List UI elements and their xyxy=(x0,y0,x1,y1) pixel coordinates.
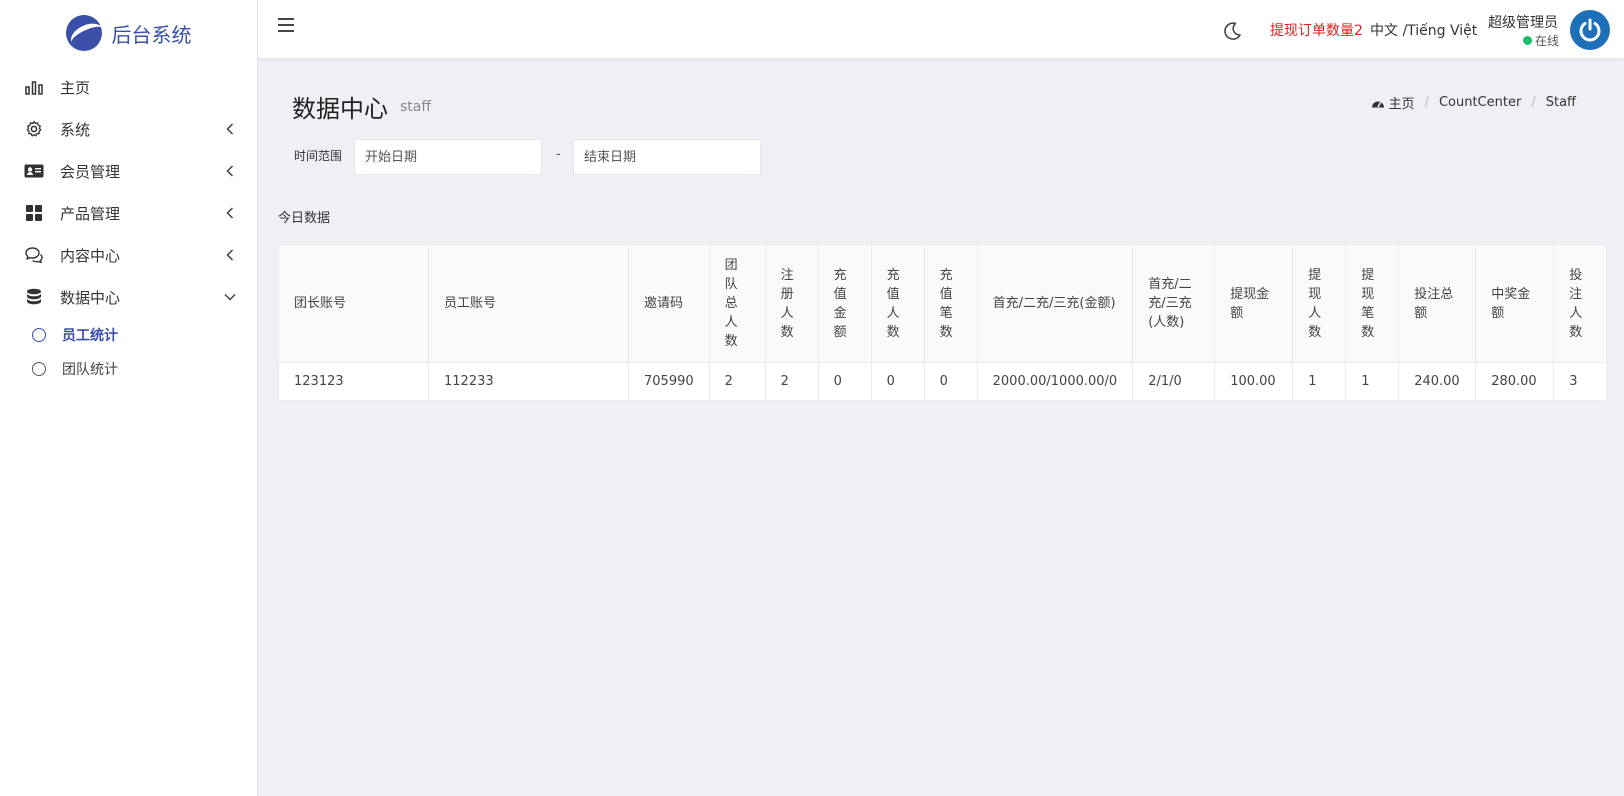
breadcrumb-separator: / xyxy=(1531,95,1536,110)
sidebar-item-label: 数据中心 xyxy=(60,288,121,307)
gear-icon xyxy=(24,119,44,139)
column-header: 员工账号 xyxy=(428,244,629,363)
chevron-left-icon xyxy=(223,248,237,262)
user-status-label: 在线 xyxy=(1535,34,1560,48)
column-header: 提现笔数 xyxy=(1345,244,1400,363)
end-date-input[interactable] xyxy=(573,139,761,175)
table-cell: 705990 xyxy=(628,362,710,401)
breadcrumb-count-center[interactable]: CountCenter xyxy=(1439,95,1521,110)
moon-icon[interactable] xyxy=(1221,20,1243,42)
breadcrumb-home[interactable]: 主页 xyxy=(1371,93,1415,112)
avatar[interactable] xyxy=(1570,10,1610,50)
table-cell: 1 xyxy=(1345,362,1400,401)
table-cell: 2000.00/1000.00/0 xyxy=(976,362,1134,401)
column-header: 充值笔数 xyxy=(923,244,978,363)
column-header: 首充/二充/三充(金额) xyxy=(976,244,1134,363)
user-status: 在线 xyxy=(1523,32,1559,49)
sidebar-item-home[interactable]: 主页 xyxy=(0,66,257,108)
chat-icon xyxy=(24,245,44,265)
page-subtitle: staff xyxy=(400,99,432,115)
table-header-row: 团长账号 员工账号 邀请码 团队总人数 注册人数 充值金额 充值人数 充值笔数 … xyxy=(278,244,1608,363)
table-row: 123123 112233 705990 2 2 0 0 0 2000.00/1… xyxy=(278,362,1608,401)
power-icon xyxy=(1579,18,1601,42)
column-header: 团队总人数 xyxy=(708,244,766,363)
sidebar-item-label: 主页 xyxy=(60,78,91,97)
column-header: 投注总额 xyxy=(1398,244,1477,363)
column-header: 充值金额 xyxy=(817,244,872,363)
sidebar-item-data-center[interactable]: 数据中心 xyxy=(0,276,257,318)
user-name[interactable]: 超级管理员 xyxy=(1488,12,1558,32)
sidebar: 后台系统 主页 系统 会员管理 产品管理 内容中心 数据中心 员工统计 团队统计 xyxy=(0,0,258,796)
circle-icon xyxy=(32,328,46,342)
sidebar-subitem-staff-stats[interactable]: 员工统计 xyxy=(0,318,257,352)
online-dot-icon xyxy=(1523,36,1532,45)
bar-chart-icon xyxy=(24,77,44,97)
time-range-label: 时间范围 xyxy=(294,149,343,163)
grid-icon xyxy=(24,203,44,223)
database-icon xyxy=(24,287,44,307)
table-cell: 0 xyxy=(870,362,925,401)
table-cell: 112233 xyxy=(428,362,629,401)
table-cell: 0 xyxy=(923,362,978,401)
staff-stats-table: 团长账号 员工账号 邀请码 团队总人数 注册人数 充值金额 充值人数 充值笔数 … xyxy=(278,244,1608,401)
page-title: 数据中心 xyxy=(292,95,388,123)
topbar: 提现订单数量2 中文 /Tiếng Việt 超级管理员 在线 xyxy=(258,0,1624,59)
column-header: 中奖金额 xyxy=(1475,244,1555,363)
column-header: 邀请码 xyxy=(628,244,710,363)
language-switch[interactable]: 中文 /Tiếng Việt xyxy=(1370,20,1477,40)
table-cell: 2 xyxy=(764,362,819,401)
sidebar-item-products[interactable]: 产品管理 xyxy=(0,192,257,234)
table-cell: 3 xyxy=(1553,362,1608,401)
date-range-separator: - xyxy=(556,147,561,162)
table-cell: 280.00 xyxy=(1475,362,1555,401)
column-header: 团长账号 xyxy=(278,244,429,363)
table-cell: 240.00 xyxy=(1398,362,1477,401)
chevron-down-icon xyxy=(223,290,237,304)
column-header: 提现人数 xyxy=(1292,244,1347,363)
sidebar-item-label: 内容中心 xyxy=(60,246,121,265)
column-header: 投注人数 xyxy=(1553,244,1608,363)
chevron-left-icon xyxy=(223,164,237,178)
breadcrumb: 主页 / CountCenter / Staff xyxy=(1371,93,1576,112)
sidebar-subitem-label: 员工统计 xyxy=(62,328,118,344)
breadcrumb-home-label: 主页 xyxy=(1388,97,1415,112)
withdraw-order-count-link[interactable]: 提现订单数量2 xyxy=(1270,20,1363,40)
chevron-left-icon xyxy=(223,122,237,136)
sidebar-item-content[interactable]: 内容中心 xyxy=(0,234,257,276)
brand[interactable]: 后台系统 xyxy=(0,0,257,66)
table-cell: 123123 xyxy=(278,362,429,401)
table-cell: 100.00 xyxy=(1214,362,1294,401)
table-cell: 2 xyxy=(708,362,766,401)
brand-name: 后台系统 xyxy=(111,22,192,47)
sidebar-item-system[interactable]: 系统 xyxy=(0,108,257,150)
start-date-input[interactable] xyxy=(354,139,542,175)
column-header: 提现金额 xyxy=(1214,244,1294,363)
main-content: 数据中心 staff 主页 / CountCenter / Staff 时间范围… xyxy=(258,59,1624,796)
chevron-left-icon xyxy=(223,206,237,220)
sidebar-subitem-label: 团队统计 xyxy=(62,362,118,378)
sidebar-item-label: 产品管理 xyxy=(60,204,121,223)
sidebar-nav: 主页 系统 会员管理 产品管理 内容中心 数据中心 员工统计 团队统计 xyxy=(0,66,257,386)
sidebar-item-label: 会员管理 xyxy=(60,162,121,181)
column-header: 注册人数 xyxy=(764,244,819,363)
table-cell: 0 xyxy=(817,362,872,401)
sidebar-item-members[interactable]: 会员管理 xyxy=(0,150,257,192)
dashboard-icon xyxy=(1371,101,1384,107)
table-cell: 2/1/0 xyxy=(1132,362,1216,401)
circle-icon xyxy=(32,362,46,376)
id-card-icon xyxy=(24,161,44,181)
breadcrumb-staff: Staff xyxy=(1545,95,1576,110)
column-header: 充值人数 xyxy=(870,244,925,363)
sidebar-subitem-team-stats[interactable]: 团队统计 xyxy=(0,352,257,386)
brand-logo-icon xyxy=(65,15,102,51)
column-header: 首充/二充/三充(人数) xyxy=(1132,244,1216,363)
breadcrumb-separator: / xyxy=(1424,95,1429,110)
sidebar-item-label: 系统 xyxy=(60,120,91,139)
table-cell: 1 xyxy=(1292,362,1347,401)
today-data-title: 今日数据 xyxy=(278,211,331,226)
menu-toggle-icon[interactable] xyxy=(278,18,294,32)
